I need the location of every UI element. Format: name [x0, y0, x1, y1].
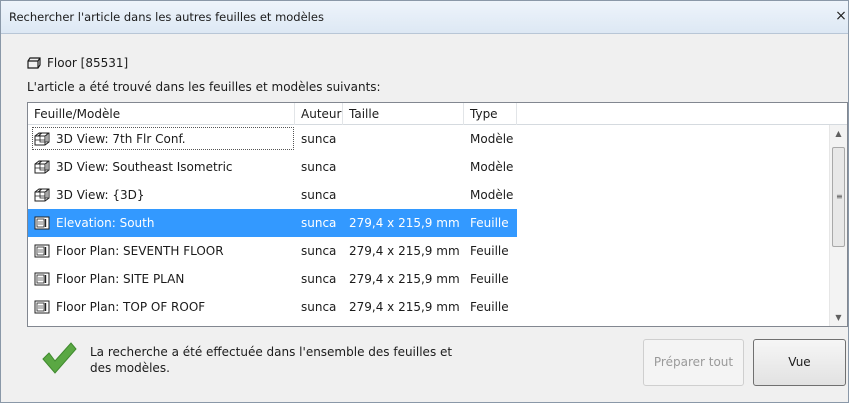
vertical-scrollbar[interactable]: ▲ ≡ ▼ [829, 125, 847, 326]
row-sheet-view-name: Floor Plan: SEVENTH FLOOR [56, 244, 224, 258]
title-bar: Rechercher l'article dans les autres feu… [1, 1, 848, 34]
window-title: Rechercher l'article dans les autres feu… [9, 10, 324, 24]
scrollbar-thumb[interactable]: ≡ [832, 147, 845, 247]
table-row[interactable]: Floor Plan: TOP OF ROOF sunca 279,4 x 215,… [28, 293, 828, 321]
row-size [349, 125, 464, 153]
sheet-icon [34, 272, 50, 286]
row-type: Modèle [470, 188, 514, 202]
scroll-down-arrow-icon[interactable]: ▼ [830, 309, 847, 326]
3d-view-icon [34, 188, 50, 202]
column-header-row: Feuille/Modèle Auteur Taille Type [28, 103, 847, 125]
row-type: Feuille [470, 244, 509, 258]
row-sheet-view-name: 3D View: {3D} [56, 188, 145, 202]
search-dialog: Rechercher l'article dans les autres feu… [0, 0, 849, 403]
row-sheet-view-name: 3D View: 7th Flr Conf. [56, 132, 186, 146]
table-row[interactable]: Floor Plan: SEVENTH FLOOR sunca 279,4 x 21… [28, 237, 828, 265]
floor-element-icon [27, 57, 41, 69]
row-size [349, 181, 464, 209]
sheet-icon [34, 244, 50, 258]
checkmark-icon [42, 342, 77, 374]
column-header-size[interactable]: Taille [343, 103, 464, 125]
3d-view-icon [34, 160, 50, 174]
row-sheet-view-name: Elevation: South [56, 216, 155, 230]
row-author: sunca [301, 132, 337, 146]
row-sheet-view-name: Floor Plan: TOP OF ROOF [56, 300, 206, 314]
table-row[interactable]: 3D View: 7th Flr Conf. sunca Modèle [28, 125, 828, 153]
found-label: L'article a été trouvé dans les feuilles… [27, 80, 381, 94]
row-type: Modèle [470, 160, 514, 174]
row-type: Modèle [470, 132, 514, 146]
row-author: sunca [301, 160, 337, 174]
row-size: 279,4 x 215,9 mm [349, 244, 460, 258]
row-size: 279,4 x 215,9 mm [349, 216, 460, 230]
row-size [349, 153, 464, 181]
row-size: 279,4 x 215,9 mm [349, 272, 460, 286]
column-header-type[interactable]: Type [464, 103, 517, 125]
table-row[interactable]: Elevation: South sunca 279,4 x 215,9 mm Feu… [28, 209, 828, 237]
results-list[interactable]: Feuille/Modèle Auteur Taille Type 3D Vie… [27, 102, 848, 327]
column-header-author[interactable]: Auteur [295, 103, 343, 125]
element-identifier: Floor [85531] [27, 56, 128, 70]
row-author: sunca [301, 272, 337, 286]
table-row[interactable]: 3D View: {3D} sunca Modèle [28, 181, 828, 209]
row-sheet-view-name: Floor Plan: SITE PLAN [56, 272, 185, 286]
table-row[interactable]: Floor Plan: SITE PLAN sunca 279,4 x 215,9 … [28, 265, 828, 293]
row-author: sunca [301, 244, 337, 258]
3d-view-icon [34, 132, 50, 146]
scroll-up-arrow-icon[interactable]: ▲ [830, 125, 847, 142]
element-name: Floor [85531] [47, 56, 129, 70]
row-type: Feuille [470, 216, 509, 230]
row-author: sunca [301, 216, 337, 230]
row-author: sunca [301, 188, 337, 202]
sheet-icon [34, 216, 50, 230]
prepare-all-button[interactable]: Préparer tout [643, 339, 744, 386]
table-row[interactable]: 3D View: Southeast Isometric sunca Modèle [28, 153, 828, 181]
row-type: Feuille [470, 300, 509, 314]
sheet-icon [34, 300, 50, 314]
close-icon[interactable]: × [834, 6, 848, 26]
scrollbar-grip-icon: ≡ [836, 192, 843, 201]
row-sheet-view-name: 3D View: Southeast Isometric [56, 160, 233, 174]
row-size: 279,4 x 215,9 mm [349, 300, 460, 314]
status-message: La recherche a été effectuée dans l'ense… [90, 345, 453, 375]
row-author: sunca [301, 300, 337, 314]
row-type: Feuille [470, 272, 509, 286]
view-button[interactable]: Vue [753, 339, 846, 386]
column-header-sheet-view[interactable]: Feuille/Modèle [28, 103, 295, 125]
